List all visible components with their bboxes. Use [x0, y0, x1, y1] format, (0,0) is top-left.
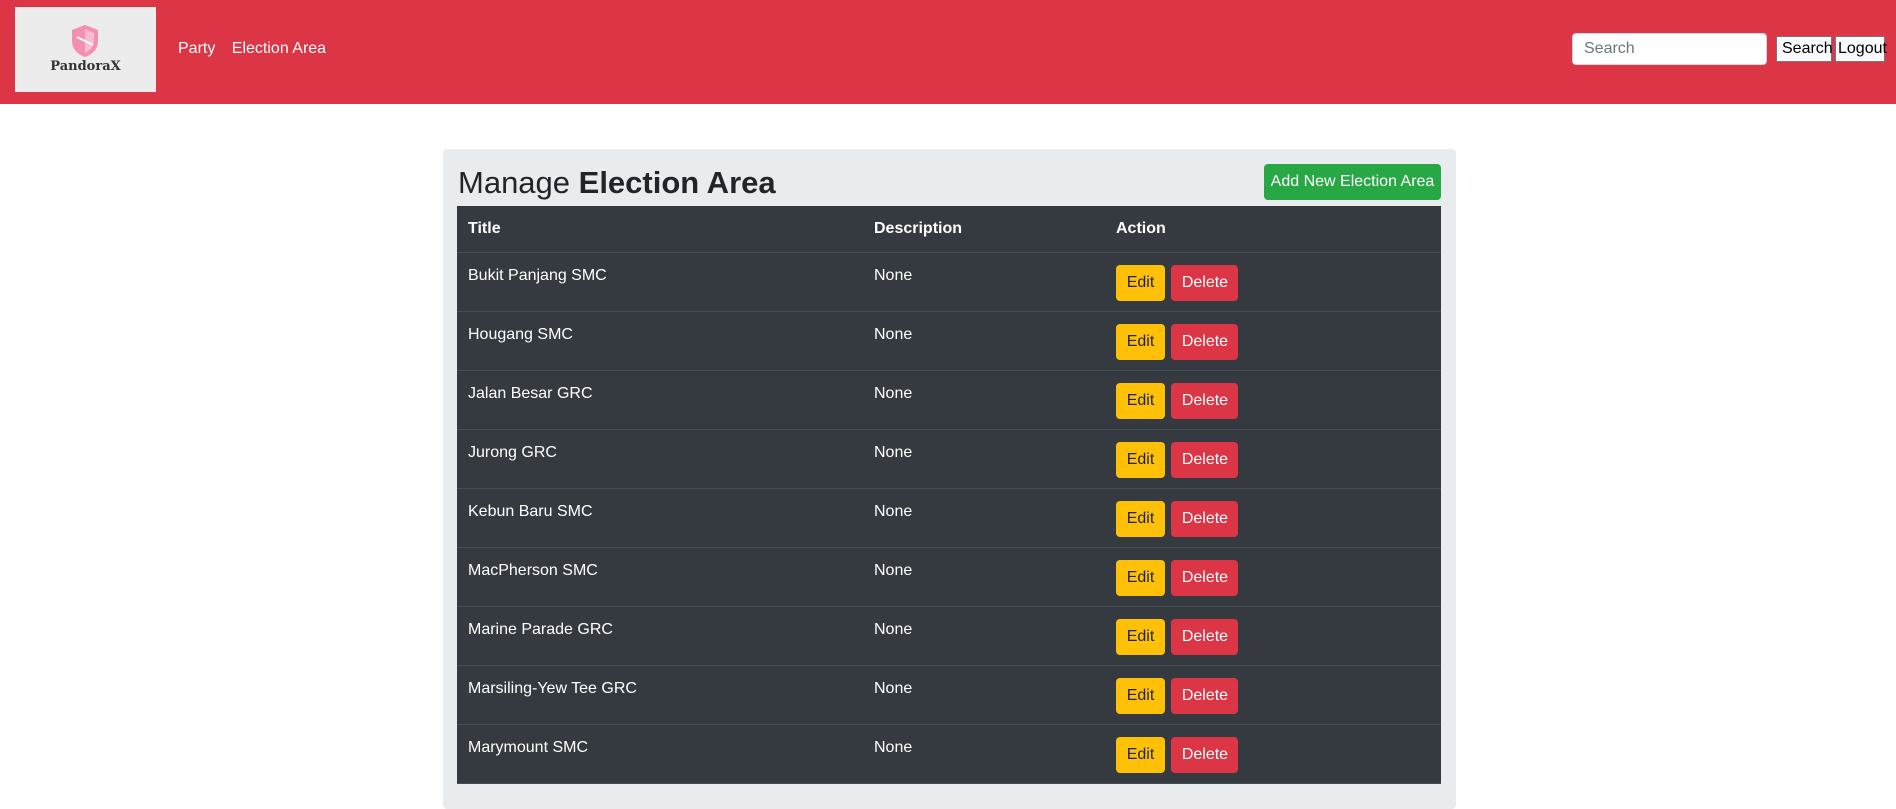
- page-title-prefix: Manage: [458, 165, 579, 200]
- add-election-area-button[interactable]: Add New Election Area: [1264, 164, 1441, 200]
- row-description: None: [863, 606, 1105, 666]
- manage-panel: Manage Election Area Add New Election Ar…: [443, 149, 1456, 809]
- table-row: MacPherson SMC None Edit Delete: [457, 547, 1441, 607]
- row-actions: Edit Delete: [1105, 665, 1441, 725]
- delete-button[interactable]: Delete: [1171, 382, 1239, 419]
- page-title-bold: Election Area: [578, 165, 776, 200]
- row-title: MacPherson SMC: [457, 547, 863, 607]
- header-action: Action: [1105, 206, 1441, 253]
- row-description: None: [863, 665, 1105, 725]
- edit-button[interactable]: Edit: [1116, 264, 1165, 301]
- row-actions: Edit Delete: [1105, 429, 1441, 489]
- row-actions: Edit Delete: [1105, 488, 1441, 548]
- row-description: None: [863, 370, 1105, 430]
- delete-button[interactable]: Delete: [1171, 441, 1239, 478]
- nav-link-election-area[interactable]: Election Area: [232, 40, 326, 57]
- edit-button[interactable]: Edit: [1116, 500, 1165, 537]
- row-actions: Edit Delete: [1105, 606, 1441, 666]
- edit-button[interactable]: Edit: [1116, 382, 1165, 419]
- row-description: None: [863, 488, 1105, 548]
- search-button[interactable]: Search: [1776, 36, 1833, 62]
- delete-button[interactable]: Delete: [1171, 736, 1239, 773]
- row-description: None: [863, 252, 1105, 312]
- row-actions: Edit Delete: [1105, 252, 1441, 312]
- delete-button[interactable]: Delete: [1171, 618, 1239, 655]
- logout-button[interactable]: Logout: [1835, 36, 1887, 62]
- election-area-table: Title Description Action Bukit Panjang S…: [457, 206, 1441, 784]
- edit-button[interactable]: Edit: [1116, 736, 1165, 773]
- header-title: Title: [457, 206, 863, 253]
- brand-logo[interactable]: PandoraX: [15, 7, 156, 92]
- row-title: Jalan Besar GRC: [457, 370, 863, 430]
- delete-button[interactable]: Delete: [1171, 500, 1239, 537]
- table-row: Marsiling-Yew Tee GRC None Edit Delete: [457, 665, 1441, 725]
- delete-button[interactable]: Delete: [1171, 559, 1239, 596]
- table-row: Kebun Baru SMC None Edit Delete: [457, 488, 1441, 548]
- nav-links: Party Election Area: [178, 40, 338, 58]
- shield-logo-icon: [72, 25, 98, 57]
- table-row: Marymount SMC None Edit Delete: [457, 724, 1441, 784]
- header-description: Description: [863, 206, 1105, 253]
- table-row: Bukit Panjang SMC None Edit Delete: [457, 252, 1441, 312]
- edit-button[interactable]: Edit: [1116, 618, 1165, 655]
- row-description: None: [863, 429, 1105, 489]
- row-description: None: [863, 724, 1105, 784]
- edit-button[interactable]: Edit: [1116, 323, 1165, 360]
- search-input[interactable]: [1572, 33, 1767, 65]
- row-title: Marymount SMC: [457, 724, 863, 784]
- row-description: None: [863, 547, 1105, 607]
- row-description: None: [863, 311, 1105, 371]
- nav-link-party[interactable]: Party: [178, 40, 215, 57]
- delete-button[interactable]: Delete: [1171, 264, 1239, 301]
- table-row: Jurong GRC None Edit Delete: [457, 429, 1441, 489]
- row-actions: Edit Delete: [1105, 370, 1441, 430]
- row-title: Bukit Panjang SMC: [457, 252, 863, 312]
- delete-button[interactable]: Delete: [1171, 677, 1239, 714]
- brand-name: PandoraX: [50, 59, 121, 74]
- table-row: Marine Parade GRC None Edit Delete: [457, 606, 1441, 666]
- row-actions: Edit Delete: [1105, 311, 1441, 371]
- edit-button[interactable]: Edit: [1116, 559, 1165, 596]
- row-actions: Edit Delete: [1105, 547, 1441, 607]
- table-header-row: Title Description Action: [457, 206, 1441, 253]
- top-navbar: PandoraX Party Election Area Search Logo…: [0, 0, 1896, 104]
- row-title: Kebun Baru SMC: [457, 488, 863, 548]
- table-row: Jalan Besar GRC None Edit Delete: [457, 370, 1441, 430]
- row-title: Marsiling-Yew Tee GRC: [457, 665, 863, 725]
- row-actions: Edit Delete: [1105, 724, 1441, 784]
- table-row: Hougang SMC None Edit Delete: [457, 311, 1441, 371]
- edit-button[interactable]: Edit: [1116, 677, 1165, 714]
- row-title: Jurong GRC: [457, 429, 863, 489]
- page-title: Manage Election Area: [458, 164, 776, 202]
- row-title: Marine Parade GRC: [457, 606, 863, 666]
- delete-button[interactable]: Delete: [1171, 323, 1239, 360]
- edit-button[interactable]: Edit: [1116, 441, 1165, 478]
- row-title: Hougang SMC: [457, 311, 863, 371]
